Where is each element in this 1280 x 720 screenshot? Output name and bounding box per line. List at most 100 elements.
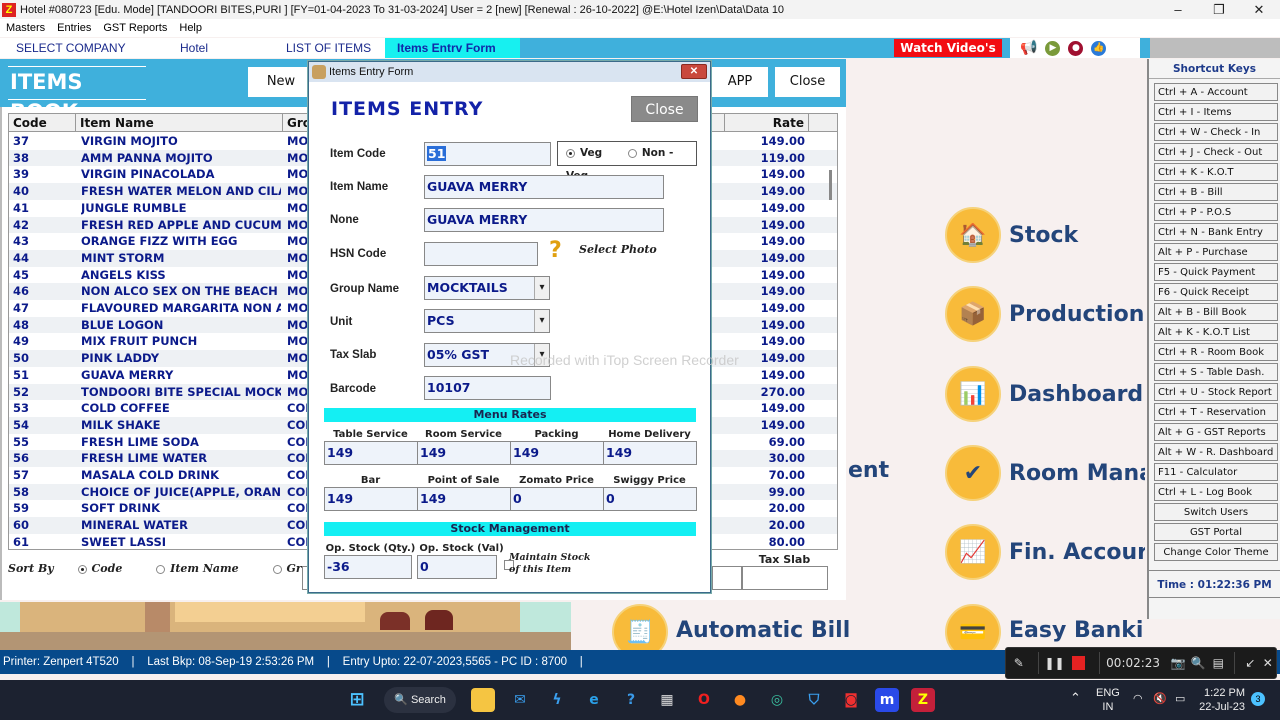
shortcut-item[interactable]: Ctrl + L - Log Book xyxy=(1154,483,1278,501)
op-stock-val-input[interactable]: 0 xyxy=(417,555,497,579)
system-clock[interactable]: 1:22 PM 22-Jul-23 xyxy=(1195,686,1245,714)
barcode-input[interactable]: 10107 xyxy=(424,376,551,400)
megaphone-icon[interactable]: 📢 xyxy=(1020,40,1037,56)
unit-select[interactable]: PCS xyxy=(424,309,550,333)
store-icon[interactable]: ▦ xyxy=(655,688,679,712)
dashboard-tile-partial[interactable]: ent xyxy=(848,458,898,483)
shortcut-item[interactable]: F5 - Quick Payment xyxy=(1154,263,1278,281)
shortcut-item[interactable]: Ctrl + K - K.O.T xyxy=(1154,163,1278,181)
rate-input[interactable]: 149 xyxy=(510,441,604,465)
shortcut-item[interactable]: Alt + W - R. Dashboard xyxy=(1154,443,1278,461)
annotation-icon[interactable]: ▤ xyxy=(1208,656,1228,670)
dashboard-tile-production[interactable]: 📦 Production xyxy=(945,286,1145,342)
edge-icon[interactable]: e xyxy=(582,688,606,712)
select-photo-link[interactable]: Select Photo xyxy=(579,243,657,256)
taskbar-search[interactable]: 🔍 Search xyxy=(384,687,456,713)
change-color-theme-button[interactable]: Change Color Theme xyxy=(1154,543,1278,561)
col-code[interactable]: Code xyxy=(9,114,76,132)
new-button[interactable]: New xyxy=(248,67,314,97)
shortcut-item[interactable]: Ctrl + W - Check - In xyxy=(1154,123,1278,141)
app-bolt-icon[interactable]: ϟ xyxy=(545,688,569,712)
tax-slab-field[interactable] xyxy=(742,566,828,590)
tray-overflow-icon[interactable]: ⌃ xyxy=(1070,690,1081,706)
close-button[interactable]: Close xyxy=(775,67,840,97)
rate-input[interactable]: 149 xyxy=(603,441,697,465)
close-window-button[interactable]: ✕ xyxy=(1239,0,1279,19)
pen-icon[interactable]: ✎ xyxy=(1006,656,1032,670)
minimize-recorder-icon[interactable]: ↙ xyxy=(1241,656,1259,670)
dialog-close-x-button[interactable]: ✕ xyxy=(681,64,707,79)
help-app-icon[interactable]: ? xyxy=(619,688,643,712)
shortcut-item[interactable]: Ctrl + S - Table Dash. xyxy=(1154,363,1278,381)
watch-videos-button[interactable]: Watch Video's xyxy=(894,39,1002,57)
dashboard-tile-fin-accounts[interactable]: 📈 Fin. Accour xyxy=(945,524,1145,580)
none-input[interactable]: GUAVA MERRY xyxy=(424,208,664,232)
switch-users-button[interactable]: Switch Users xyxy=(1154,503,1278,521)
battery-icon[interactable]: ▭ xyxy=(1175,692,1185,705)
camera-icon[interactable]: 📷 xyxy=(1168,656,1188,670)
shortcut-item[interactable]: Alt + G - GST Reports xyxy=(1154,423,1278,441)
stop-icon[interactable] xyxy=(1072,656,1086,670)
shortcut-item[interactable]: Alt + K - K.O.T List xyxy=(1154,323,1278,341)
rate-input[interactable]: 0 xyxy=(603,487,697,511)
col-rate[interactable]: Rate xyxy=(725,114,809,132)
shortcut-item[interactable]: Alt + B - Bill Book xyxy=(1154,303,1278,321)
opera-icon[interactable]: O xyxy=(692,688,716,712)
maximize-button[interactable]: ❐ xyxy=(1199,0,1239,19)
menu-gst-reports[interactable]: GST Reports xyxy=(97,22,173,34)
video-call-icon[interactable]: ▶ xyxy=(1045,40,1061,56)
help-question-icon[interactable]: ? xyxy=(549,238,562,263)
recorder-app-icon[interactable]: ◙ xyxy=(839,688,863,712)
vpn-icon[interactable]: ◎ xyxy=(765,688,789,712)
group-name-select[interactable]: MOCKTAILS xyxy=(424,276,550,300)
hsn-code-input[interactable] xyxy=(424,242,538,266)
dashboard-tile-automatic-bill[interactable]: 🧾 Automatic Bill xyxy=(612,604,872,650)
gst-portal-button[interactable]: GST Portal xyxy=(1154,523,1278,541)
chat-icon[interactable]: ● xyxy=(1068,40,1084,56)
menu-masters[interactable]: Masters xyxy=(0,22,51,34)
shortcut-item[interactable]: Ctrl + B - Bill xyxy=(1154,183,1278,201)
zoom-icon[interactable]: 🔍 xyxy=(1188,656,1208,670)
op-stock-qty-input[interactable]: -36 xyxy=(324,555,412,579)
close-recorder-icon[interactable]: ✕ xyxy=(1260,656,1276,670)
m-app-icon[interactable]: m xyxy=(875,688,899,712)
sort-item-name-radio[interactable]: Item Name xyxy=(156,562,239,575)
dashboard-tile-easy-banking[interactable]: 💳 Easy Bankir xyxy=(945,604,1145,650)
shortcut-item[interactable]: Ctrl + T - Reservation xyxy=(1154,403,1278,421)
dashboard-tile-dashboard[interactable]: 📊 Dashboard xyxy=(945,366,1145,422)
start-icon[interactable]: ⊞ xyxy=(345,688,369,712)
item-code-input[interactable]: 51 xyxy=(424,142,551,166)
menu-entries[interactable]: Entries xyxy=(51,22,97,34)
shortcut-item[interactable]: Alt + P - Purchase xyxy=(1154,243,1278,261)
shortcut-item[interactable]: F6 - Quick Receipt xyxy=(1154,283,1278,301)
shortcut-item[interactable]: Ctrl + P - P.O.S xyxy=(1154,203,1278,221)
minimize-button[interactable]: – xyxy=(1158,0,1198,19)
rate-input[interactable]: 149 xyxy=(324,441,418,465)
shortcut-item[interactable]: F11 - Calculator xyxy=(1154,463,1278,481)
sort-code-radio[interactable]: Code xyxy=(77,562,122,575)
col-item-name[interactable]: Item Name xyxy=(76,114,283,132)
mail-icon[interactable]: ✉ xyxy=(508,688,532,712)
dashboard-tile-room-management[interactable]: ✔ Room Mana xyxy=(945,445,1145,501)
grid-scrollbar[interactable] xyxy=(829,170,832,200)
item-name-input[interactable]: GUAVA MERRY xyxy=(424,175,664,199)
shortcut-item[interactable]: Ctrl + N - Bank Entry xyxy=(1154,223,1278,241)
shortcut-item[interactable]: Ctrl + U - Stock Report xyxy=(1154,383,1278,401)
file-explorer-icon[interactable] xyxy=(471,688,495,712)
thumbs-up-icon[interactable]: 👍 xyxy=(1091,40,1107,56)
rate-input[interactable]: 0 xyxy=(510,487,604,511)
tab-select-company[interactable]: SELECT COMPANY xyxy=(0,38,150,58)
notification-badge[interactable]: 3 xyxy=(1251,692,1265,706)
shortcut-item[interactable]: Ctrl + J - Check - Out xyxy=(1154,143,1278,161)
wifi-icon[interactable]: ◠ xyxy=(1133,692,1143,705)
mute-icon[interactable]: 🔇 xyxy=(1153,692,1167,705)
rate-input[interactable]: 149 xyxy=(324,487,418,511)
pause-icon[interactable]: ❚❚ xyxy=(1044,656,1064,670)
dashboard-tile-stock[interactable]: 🏠 Stock xyxy=(945,207,1145,263)
firefox-icon[interactable]: ● xyxy=(728,688,752,712)
tab-items-entry-form[interactable]: Items Entrv Form xyxy=(385,38,520,58)
menu-help[interactable]: Help xyxy=(173,22,208,34)
shortcut-item[interactable]: Ctrl + A - Account xyxy=(1154,83,1278,101)
shortcut-item[interactable]: Ctrl + R - Room Book xyxy=(1154,343,1278,361)
veg-radio[interactable]: Veg xyxy=(566,147,602,159)
